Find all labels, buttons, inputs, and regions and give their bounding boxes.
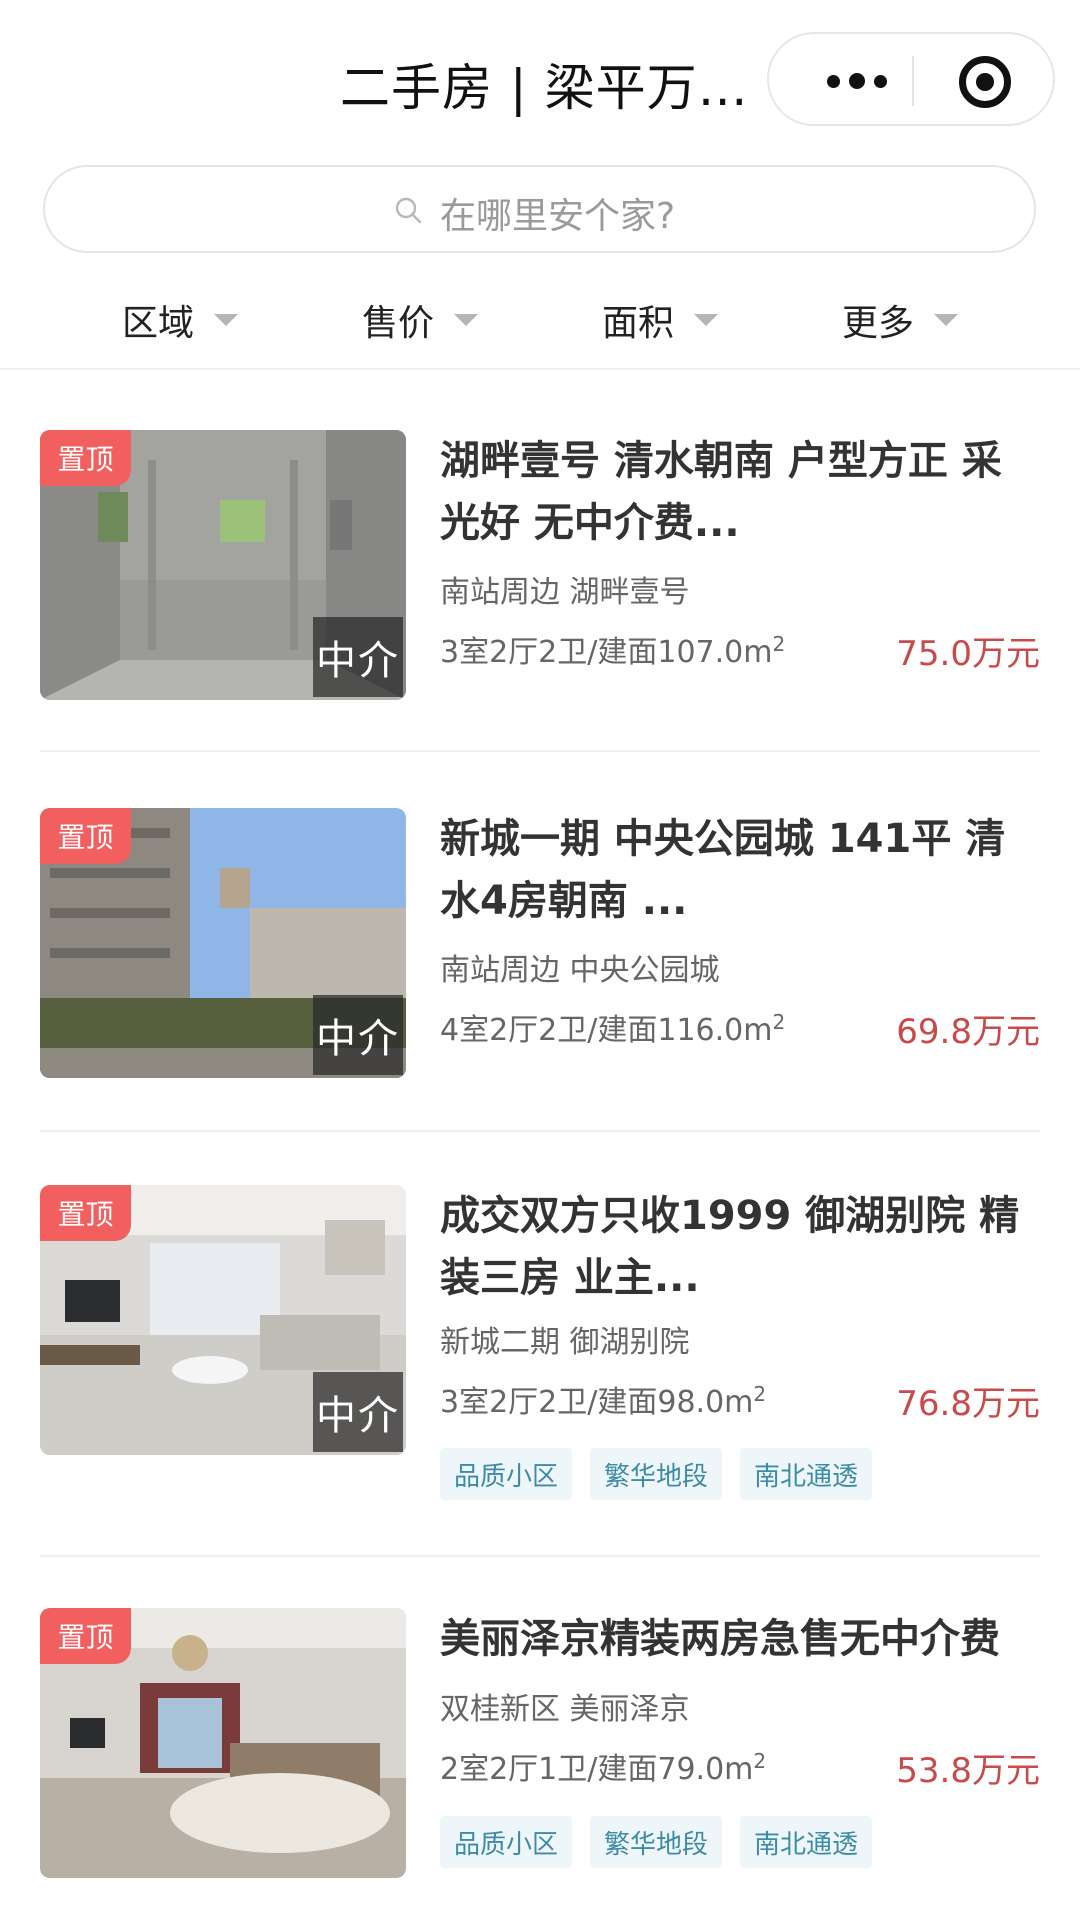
listing-location: 新城二期 御湖别院 xyxy=(440,1325,690,1360)
feature-tag: 品质小区 xyxy=(440,1816,573,1868)
divider xyxy=(40,1130,1040,1132)
listing-price: 69.8万元 xyxy=(896,1012,1040,1052)
filter-bar: 区域 售价 面积 更多 xyxy=(0,280,1080,370)
listing-location: 南站周边 湖畔壹号 xyxy=(440,575,690,610)
search-icon xyxy=(395,197,422,224)
filter-region[interactable]: 区域 xyxy=(122,290,239,350)
listing-card[interactable]: 置顶 中介 湖畔壹号 清水朝南 户型方正 采光好 无中介费... 南站周边 湖畔… xyxy=(0,430,1080,730)
pinned-badge: 置顶 xyxy=(40,1608,131,1664)
feature-tag: 繁华地段 xyxy=(590,1816,723,1868)
feature-tag: 南北通透 xyxy=(740,1816,873,1868)
search-input[interactable]: 在哪里安个家? xyxy=(43,165,1036,253)
listing-spec: 3室2厅2卫/建面107.0m2 xyxy=(440,632,786,670)
chevron-down-icon xyxy=(934,314,959,326)
header: 二手房 | 梁平万… xyxy=(0,0,1080,160)
divider xyxy=(40,1555,1040,1557)
agent-badge: 中介 xyxy=(313,1372,403,1452)
listing-spec: 2室2厅1卫/建面79.0m2 xyxy=(440,1749,767,1787)
chevron-down-icon xyxy=(454,314,479,326)
agent-badge: 中介 xyxy=(313,617,403,697)
pinned-badge: 置顶 xyxy=(40,430,131,486)
listing-tags: 品质小区 繁华地段 南北通透 xyxy=(440,1448,873,1500)
listing-title: 湖畔壹号 清水朝南 户型方正 采光好 无中介费... xyxy=(440,438,1002,546)
filter-region-label: 区域 xyxy=(122,303,195,344)
listing-price: 76.8万元 xyxy=(896,1384,1040,1424)
listing-photo: 置顶 中介 xyxy=(40,808,406,1078)
feature-tag: 南北通透 xyxy=(740,1448,873,1500)
listing-price: 75.0万元 xyxy=(896,634,1040,674)
divider xyxy=(40,750,1040,752)
agent-badge: 中介 xyxy=(313,995,403,1075)
listing-location: 南站周边 中央公园城 xyxy=(440,953,720,988)
listing-title: 新城一期 中央公园城 141平 清水4房朝南 ... xyxy=(440,816,1006,924)
listing-title: 成交双方只收1999 御湖别院 精装三房 业主... xyxy=(440,1193,1020,1301)
listing-card[interactable]: 置顶 中介 新城一期 中央公园城 141平 清水4房朝南 ... 南站周边 中央… xyxy=(0,808,1080,1108)
chevron-down-icon xyxy=(214,314,239,326)
filter-area-label: 面积 xyxy=(602,303,675,344)
listing-photo: 置顶 中介 xyxy=(40,430,406,700)
miniprogram-capsule xyxy=(767,32,1055,126)
feature-tag: 繁华地段 xyxy=(590,1448,723,1500)
listing-photo: 置顶 中介 xyxy=(40,1185,406,1455)
listing-card[interactable]: 置顶 美丽泽京精装两房急售无中介费 双桂新区 美丽泽京 2室2厅1卫/建面79.… xyxy=(0,1608,1080,1908)
filter-price-label: 售价 xyxy=(362,303,435,344)
filter-more-label: 更多 xyxy=(842,303,915,344)
pinned-badge: 置顶 xyxy=(40,1185,131,1241)
filter-price[interactable]: 售价 xyxy=(362,290,479,350)
listing-spec: 4室2厅2卫/建面116.0m2 xyxy=(440,1010,786,1048)
chevron-down-icon xyxy=(694,314,719,326)
listing-location: 双桂新区 美丽泽京 xyxy=(440,1692,690,1727)
filter-more[interactable]: 更多 xyxy=(842,290,959,350)
filter-area[interactable]: 面积 xyxy=(602,290,719,350)
listing-tags: 品质小区 繁华地段 南北通透 xyxy=(440,1816,873,1868)
listing-card[interactable]: 置顶 中介 成交双方只收1999 御湖别院 精装三房 业主... 新城二期 御湖… xyxy=(0,1185,1080,1545)
page-title: 二手房 | 梁平万… xyxy=(340,59,749,117)
close-target-icon[interactable] xyxy=(959,56,1011,108)
feature-tag: 品质小区 xyxy=(440,1448,573,1500)
capsule-divider xyxy=(912,56,914,106)
listing-title: 美丽泽京精装两房急售无中介费 xyxy=(440,1616,1000,1662)
pinned-badge: 置顶 xyxy=(40,808,131,864)
more-options-icon[interactable] xyxy=(819,54,895,108)
listing-spec: 3室2厅2卫/建面98.0m2 xyxy=(440,1382,767,1420)
listing-price: 53.8万元 xyxy=(896,1751,1040,1791)
listing-photo: 置顶 xyxy=(40,1608,406,1878)
search-placeholder: 在哪里安个家? xyxy=(440,196,676,237)
